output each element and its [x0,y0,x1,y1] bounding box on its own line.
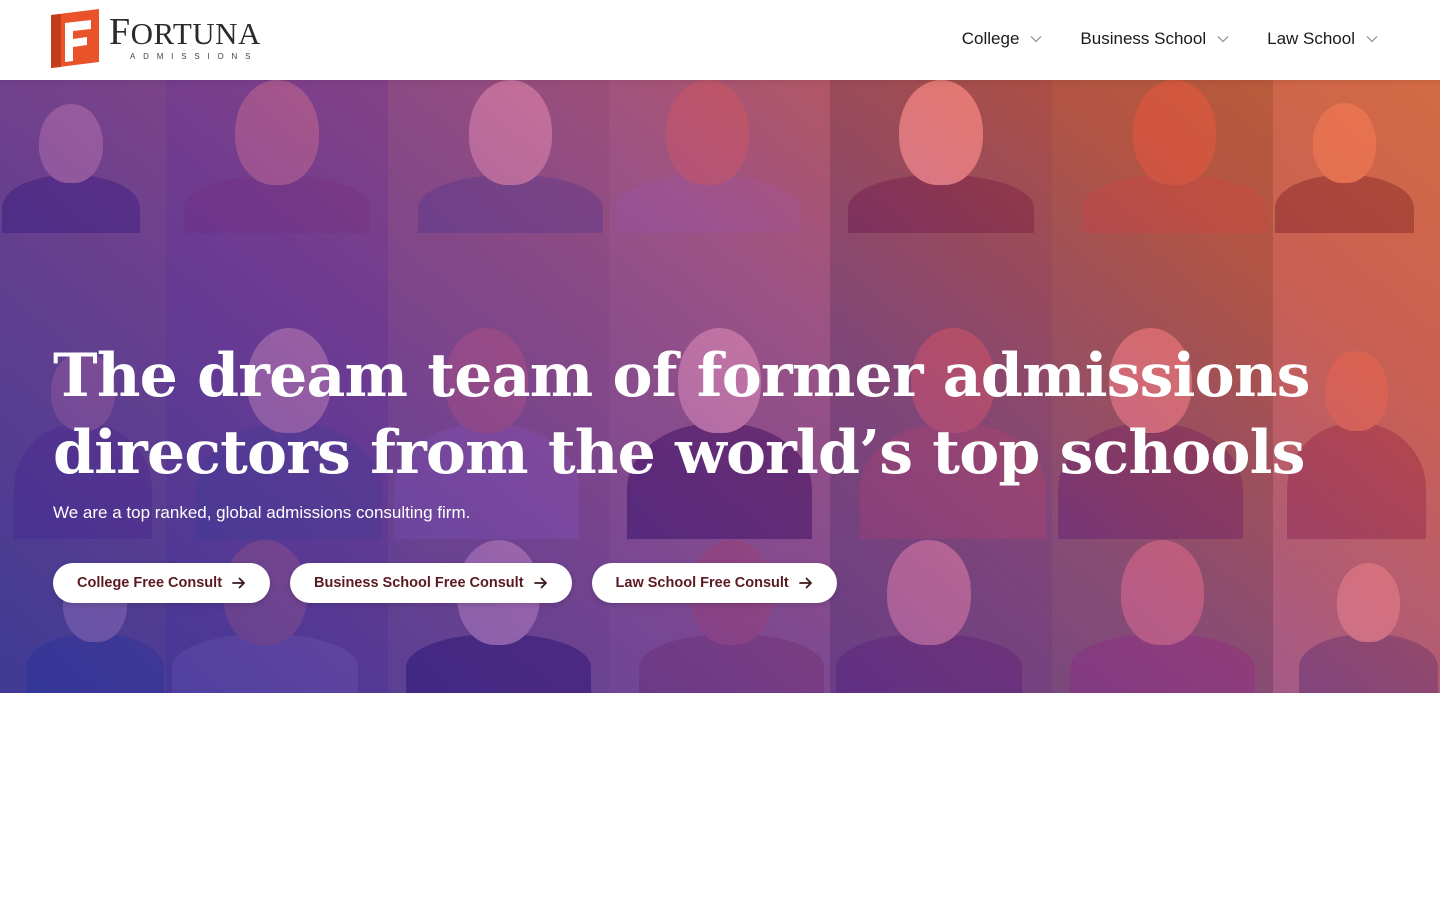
law-school-consult-button[interactable]: Law School Free Consult [591,563,837,603]
business-school-consult-button[interactable]: Business School Free Consult [290,563,572,603]
nav-item-label: Law School [1267,29,1355,48]
chevron-down-icon [1366,36,1378,43]
logo-wordmark: FORTUNA [109,13,261,51]
nav-item-college[interactable]: College [962,26,1043,52]
hero-title: The dream team of former admissions dire… [53,338,1353,492]
arrow-right-icon [798,577,812,589]
nav-item-law-school[interactable]: Law School [1267,26,1378,52]
consult-buttons: College Free Consult Business School Fre… [53,563,857,603]
logo-tagline: ADMISSIONS [130,52,259,61]
chevron-down-icon [1030,36,1042,43]
hero-title-line-2: directors from the world’s top schools [53,418,1305,488]
hero-subtitle: We are a top ranked, global admissions c… [53,503,471,522]
main-nav: College Business School Law School [962,26,1378,52]
hero-title-line-1: The dream team of former admissions [53,341,1310,411]
nav-item-label: Business School [1080,29,1207,48]
button-label: College Free Consult [77,575,223,591]
arrow-right-icon [533,577,547,589]
arrow-right-icon [232,577,245,589]
college-consult-button[interactable]: College Free Consult [53,563,271,603]
site-header: FORTUNA ADMISSIONS College Business Scho… [0,0,1440,80]
nav-item-label: College [961,29,1020,48]
fortuna-logo[interactable]: FORTUNA ADMISSIONS [51,9,261,68]
hero-section: The dream team of former admissions dire… [0,80,1440,693]
nav-item-business-school[interactable]: Business School [1080,26,1229,52]
logo-mark-icon [51,9,99,68]
button-label: Law School Free Consult [615,575,789,591]
logo-name-rest: ORTUNA [130,16,261,51]
button-label: Business School Free Consult [314,575,524,591]
chevron-down-icon [1217,36,1229,43]
logo-initial: F [109,11,131,53]
